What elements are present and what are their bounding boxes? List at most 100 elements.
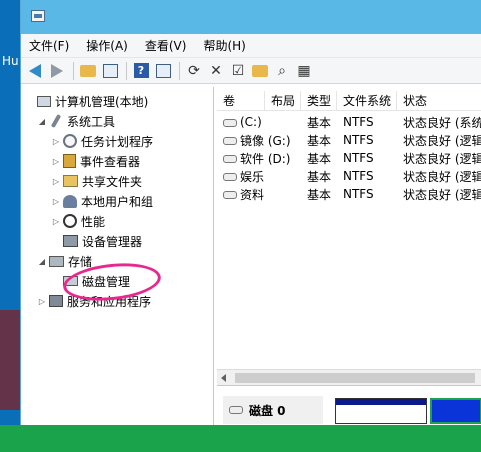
performance-icon (63, 214, 77, 228)
table-row[interactable]: 资料 基本 NTFS 状态良好 (逻辑 (217, 185, 481, 203)
scrollbar-thumb[interactable] (235, 373, 475, 383)
tree-item-storage[interactable]: ◢ 存储 (37, 251, 92, 271)
column-header-filesystem[interactable]: 文件系统 (337, 91, 397, 111)
title-bar[interactable] (21, 0, 481, 34)
tree-expander[interactable]: ◢ (37, 257, 47, 266)
search-button[interactable]: ⌕ (272, 61, 292, 81)
partition-logical[interactable] (430, 398, 481, 424)
computer-icon (37, 95, 51, 107)
menu-file[interactable]: 文件(F) (29, 37, 69, 54)
table-row[interactable]: 娱乐 基本 NTFS 状态良好 (逻辑 (217, 167, 481, 185)
refresh-icon: ⟳ (188, 62, 200, 79)
back-button[interactable] (25, 61, 45, 81)
tree-expander[interactable]: ▷ (51, 217, 61, 226)
menu-bar: 文件(F) 操作(A) 查看(V) 帮助(H) (21, 34, 481, 58)
volume-name: 镜像 (G:) (240, 133, 291, 148)
tree-item-event-viewer[interactable]: ▷ 事件查看器 (51, 151, 140, 171)
delete-button[interactable]: ✕ (206, 61, 226, 81)
volume-status: 状态良好 (逻辑 (403, 133, 481, 148)
volume-filesystem: NTFS (343, 151, 374, 165)
tree-item-performance[interactable]: ▷ 性能 (51, 211, 105, 231)
desktop-label: Hu (2, 54, 19, 68)
volume-name-cell: 软件 (D:) (217, 150, 301, 167)
tree-expander[interactable]: ▷ (51, 137, 61, 146)
tree-item-label: 服务和应用程序 (67, 294, 152, 309)
volume-type: 基本 (307, 115, 332, 130)
toolbar-separator (73, 61, 74, 80)
toolbar-separator (179, 61, 180, 80)
tree-item-label: 共享文件夹 (82, 174, 143, 189)
tree-item-services-apps[interactable]: ▷ 服务和应用程序 (37, 291, 151, 311)
volume-status: 状态良好 (系统 (403, 115, 481, 130)
show-hide-tree-button[interactable] (100, 61, 120, 81)
column-header-status[interactable]: 状态 (397, 91, 481, 111)
drive-icon (223, 137, 237, 145)
services-icon (49, 295, 63, 307)
tree-item-task-scheduler[interactable]: ▷ 任务计划程序 (51, 131, 153, 151)
properties-pane-button[interactable] (153, 61, 173, 81)
tree-item-computer-management[interactable]: 计算机管理(本地) (25, 91, 148, 111)
scroll-left-icon[interactable] (221, 374, 226, 382)
console-tree: 计算机管理(本地) ◢ 系统工具 ▷ 任务计划程序 ▷ 事件查看器 ▷ 共享文件… (21, 87, 214, 425)
volume-name: 软件 (D:) (240, 151, 291, 166)
search-icon: ⌕ (278, 62, 286, 79)
console-tree-icon (102, 63, 118, 78)
tree-item-local-users[interactable]: ▷ 本地用户和组 (51, 191, 153, 211)
tree-item-label: 系统工具 (67, 114, 116, 129)
device-manager-icon (63, 235, 78, 247)
table-row[interactable]: (C:) 基本 NTFS 状态良好 (系统 (217, 113, 481, 131)
tree-expander[interactable]: ▷ (51, 197, 61, 206)
menu-view[interactable]: 查看(V) (145, 37, 187, 54)
properties-button[interactable]: ▦ (294, 61, 314, 81)
clock-icon (63, 134, 77, 148)
tree-item-label: 计算机管理(本地) (55, 94, 149, 109)
horizontal-scrollbar[interactable] (217, 369, 481, 385)
volume-type: 基本 (307, 151, 332, 166)
disk-label-text: 磁盘 0 (249, 403, 286, 418)
arrow-left-icon (29, 63, 41, 78)
disk-0-label[interactable]: 磁盘 0 (223, 396, 323, 424)
tree-item-device-manager[interactable]: 设备管理器 (51, 231, 142, 251)
tree-item-system-tools[interactable]: ◢ 系统工具 (37, 111, 115, 131)
check-icon: ☑ (231, 62, 245, 79)
volume-filesystem: NTFS (343, 133, 374, 147)
drive-icon (223, 173, 237, 181)
tree-item-label: 存储 (68, 254, 93, 269)
tree-item-label: 性能 (81, 214, 106, 229)
volume-name-cell: 资料 (217, 186, 301, 203)
open-button[interactable] (250, 61, 270, 81)
column-header-layout[interactable]: 布局 (265, 91, 301, 111)
users-icon (63, 194, 77, 208)
volume-name-cell: 镜像 (G:) (217, 132, 301, 149)
refresh-button[interactable]: ⟳ (184, 61, 204, 81)
table-row[interactable]: 软件 (D:) 基本 NTFS 状态良好 (逻辑 (217, 149, 481, 167)
volume-name-cell: 娱乐 (217, 168, 301, 185)
volume-type: 基本 (307, 133, 332, 148)
check-button[interactable]: ☑ (228, 61, 248, 81)
table-row[interactable]: 镜像 (G:) 基本 NTFS 状态良好 (逻辑 (217, 131, 481, 149)
tree-expander[interactable]: ◢ (37, 117, 47, 126)
column-header-volume[interactable]: 卷 (217, 91, 265, 111)
tree-expander[interactable]: ▷ (51, 157, 61, 166)
help-button[interactable]: ? (131, 61, 151, 81)
tree-item-label: 事件查看器 (80, 154, 141, 169)
volume-status: 状态良好 (逻辑 (403, 169, 481, 184)
main-area: 计算机管理(本地) ◢ 系统工具 ▷ 任务计划程序 ▷ 事件查看器 ▷ 共享文件… (21, 87, 481, 425)
tree-item-label: 设备管理器 (82, 234, 143, 249)
tree-item-disk-management[interactable]: 磁盘管理 (51, 271, 130, 291)
up-folder-button[interactable] (78, 61, 98, 81)
tree-item-shared-folders[interactable]: ▷ 共享文件夹 (51, 171, 142, 191)
open-folder-icon (252, 64, 268, 77)
shared-folder-icon (63, 175, 78, 187)
volume-name: 娱乐 (240, 169, 265, 184)
desktop-decoration (0, 310, 20, 410)
tree-expander[interactable]: ▷ (37, 297, 47, 306)
partition-primary[interactable] (335, 398, 427, 424)
partition-band (336, 399, 426, 405)
forward-button[interactable] (47, 61, 67, 81)
menu-action[interactable]: 操作(A) (86, 37, 128, 54)
column-header-type[interactable]: 类型 (301, 91, 337, 111)
tree-expander[interactable]: ▷ (51, 177, 61, 186)
menu-help[interactable]: 帮助(H) (203, 37, 245, 54)
tree-item-label: 本地用户和组 (81, 194, 154, 209)
